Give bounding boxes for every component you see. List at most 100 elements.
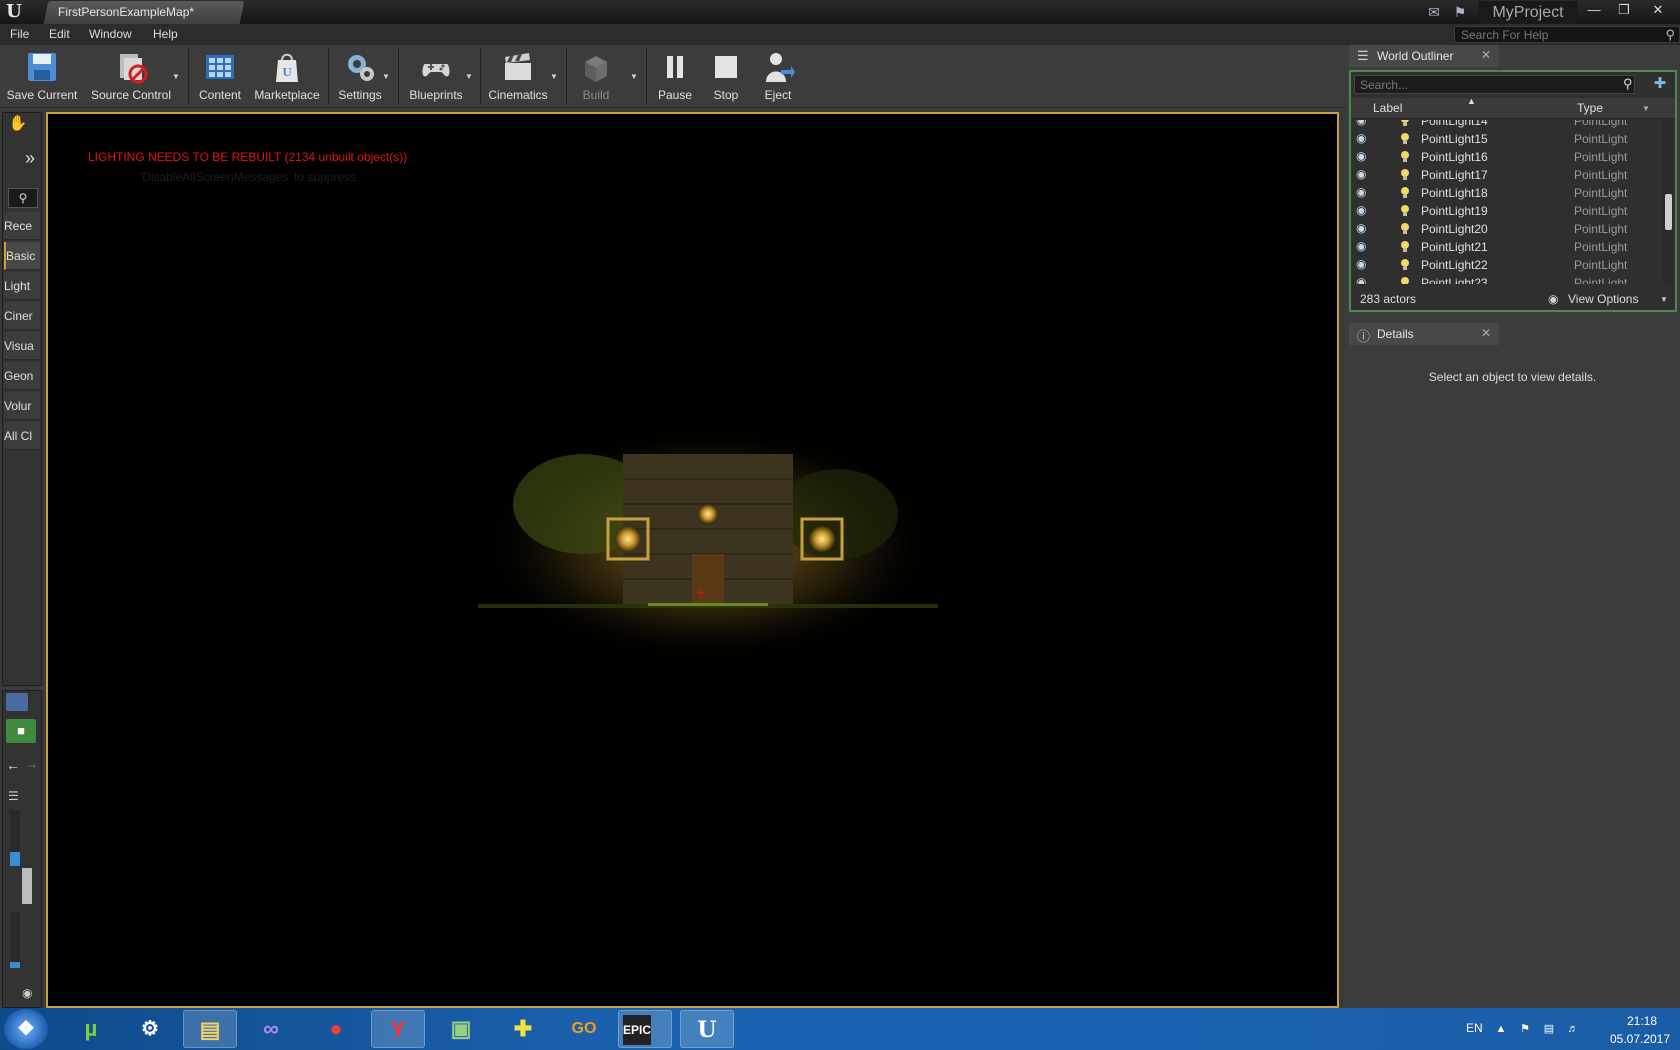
build-button[interactable]: Build bbox=[571, 47, 621, 105]
column-type-header[interactable]: Type bbox=[1577, 101, 1603, 115]
outliner-row[interactable]: ◉ PointLight17 PointLight bbox=[1351, 166, 1663, 184]
menu-help[interactable]: Help bbox=[153, 27, 178, 41]
content-button[interactable]: Content bbox=[194, 47, 246, 105]
mode-category-cinematic[interactable]: Ciner bbox=[4, 302, 40, 330]
taskbar-epic-games[interactable]: EPIC bbox=[618, 1010, 672, 1048]
mode-category-visual[interactable]: Visua bbox=[4, 332, 40, 360]
mode-category-recent[interactable]: Rece bbox=[4, 212, 40, 240]
close-button[interactable]: ✕ bbox=[1648, 2, 1668, 18]
back-arrow-icon[interactable]: ← bbox=[6, 757, 22, 773]
taskbar-yandex-browser[interactable]: Y bbox=[371, 1010, 425, 1048]
visibility-eye-icon[interactable]: ◉ bbox=[1356, 168, 1370, 180]
mode-category-basic[interactable]: Basic bbox=[4, 242, 40, 270]
splitter-handle[interactable] bbox=[22, 868, 32, 904]
view-eye-icon[interactable]: ◉ bbox=[22, 986, 38, 1000]
close-icon[interactable]: ✕ bbox=[1481, 48, 1491, 62]
visibility-eye-icon[interactable]: ◉ bbox=[1356, 204, 1370, 216]
outliner-row[interactable]: ◉ PointLight18 PointLight bbox=[1351, 184, 1663, 202]
outliner-row[interactable]: ◉ PointLight20 PointLight bbox=[1351, 220, 1663, 238]
source-control-button[interactable]: Source Control bbox=[88, 47, 174, 105]
mode-category-geometry[interactable]: Geon bbox=[4, 362, 40, 390]
world-outliner-tab[interactable]: ☰ World Outliner ✕ bbox=[1349, 45, 1499, 67]
place-mode-hand-icon[interactable]: ✋ bbox=[6, 114, 30, 134]
taskbar-file-explorer[interactable]: ▤ bbox=[183, 1010, 237, 1048]
eject-button[interactable]: Eject bbox=[754, 47, 802, 105]
build-dropdown-icon[interactable]: ▼ bbox=[629, 72, 639, 81]
visibility-eye-icon[interactable]: ◉ bbox=[1356, 132, 1370, 144]
outliner-search-input[interactable]: Search... bbox=[1354, 75, 1635, 94]
taskbar-unreal-editor[interactable]: U bbox=[680, 1010, 734, 1048]
ribbon-icon[interactable]: ⚑ bbox=[1452, 4, 1468, 20]
cinematics-button[interactable]: Cinematics bbox=[485, 47, 551, 105]
mode-category-volumes[interactable]: Volur bbox=[4, 392, 40, 420]
tray-expand-icon[interactable]: ▲ bbox=[1494, 1022, 1508, 1036]
taskbar-display-app[interactable]: ▣ bbox=[434, 1010, 488, 1048]
folder-scrollbar[interactable] bbox=[10, 810, 20, 866]
outliner-row[interactable]: ◉ PointLight15 PointLight bbox=[1351, 130, 1663, 148]
taskbar-visual-studio[interactable]: ∞ bbox=[244, 1010, 298, 1048]
visibility-eye-icon[interactable]: ◉ bbox=[1356, 240, 1370, 252]
taskbar-plus-app[interactable]: ✚ bbox=[496, 1010, 550, 1048]
minimize-button[interactable]: — bbox=[1584, 2, 1604, 18]
blueprints-button[interactable]: Blueprints bbox=[404, 47, 468, 105]
visibility-eye-icon[interactable]: ◉ bbox=[1356, 222, 1370, 234]
save-current-button[interactable]: Save Current bbox=[6, 47, 78, 105]
add-actor-icon[interactable]: ✚ bbox=[1650, 74, 1670, 94]
pause-button[interactable]: Pause bbox=[652, 47, 698, 105]
source-control-dropdown-icon[interactable]: ▼ bbox=[171, 72, 181, 81]
blueprints-dropdown-icon[interactable]: ▼ bbox=[464, 72, 474, 81]
toolbar-separator bbox=[480, 48, 481, 105]
column-label-header[interactable]: Label bbox=[1373, 101, 1402, 115]
modes-search-button[interactable]: ⚲ bbox=[8, 188, 38, 208]
outliner-row[interactable]: ◉ PointLight19 PointLight bbox=[1351, 202, 1663, 220]
keyboard-language[interactable]: EN bbox=[1466, 1021, 1483, 1035]
view-options-dropdown-icon[interactable]: ▼ bbox=[1660, 295, 1668, 304]
column-dropdown-icon[interactable]: ▼ bbox=[1642, 104, 1650, 113]
taskbar-utorrent[interactable]: µ bbox=[64, 1010, 118, 1048]
menu-window[interactable]: Window bbox=[89, 27, 132, 41]
outliner-scroll-thumb[interactable] bbox=[1665, 194, 1672, 230]
outliner-row[interactable]: ◉ PointLight14 PointLight bbox=[1351, 120, 1663, 130]
details-tab[interactable]: ⓘ Details ✕ bbox=[1349, 323, 1499, 345]
outliner-row[interactable]: ◉ PointLight16 PointLight bbox=[1351, 148, 1663, 166]
outliner-row[interactable]: ◉ PointLight22 PointLight bbox=[1351, 256, 1663, 274]
cinematics-dropdown-icon[interactable]: ▼ bbox=[549, 72, 559, 81]
action-center-flag-icon[interactable]: ⚑ bbox=[1518, 1022, 1532, 1036]
unreal-logo-icon[interactable]: U bbox=[4, 2, 24, 22]
taskbar-csgo[interactable]: GO bbox=[557, 1010, 611, 1048]
visibility-eye-icon[interactable]: ◉ bbox=[1356, 258, 1370, 270]
mode-category-lights[interactable]: Light bbox=[4, 272, 40, 300]
clock-time[interactable]: 21:18 bbox=[1612, 1014, 1672, 1028]
menu-edit[interactable]: Edit bbox=[49, 27, 70, 41]
forward-arrow-icon[interactable]: → bbox=[26, 757, 40, 773]
close-icon[interactable]: ✕ bbox=[1481, 326, 1491, 340]
taskbar-steam[interactable]: ⚙ bbox=[123, 1010, 177, 1048]
level-viewport[interactable]: LIGHTING NEEDS TO BE REBUILT (2134 unbui… bbox=[46, 112, 1339, 1008]
asset-scrollbar[interactable] bbox=[10, 912, 20, 968]
marketplace-button[interactable]: U Marketplace bbox=[252, 47, 322, 105]
visibility-eye-icon[interactable]: ◉ bbox=[1356, 120, 1370, 126]
view-options-button[interactable]: View Options bbox=[1568, 292, 1638, 306]
taskbar-red-app[interactable]: ● bbox=[309, 1010, 363, 1048]
outliner-row[interactable]: ◉ PointLight23 PointLight bbox=[1351, 274, 1663, 284]
tree-toggle-icon[interactable]: ☰ bbox=[8, 789, 26, 803]
add-new-icon[interactable]: ■ bbox=[6, 719, 36, 743]
network-icon[interactable]: ▤ bbox=[1542, 1022, 1556, 1036]
settings-dropdown-icon[interactable]: ▼ bbox=[381, 72, 391, 81]
visibility-eye-icon[interactable]: ◉ bbox=[1356, 150, 1370, 162]
menu-file[interactable]: File bbox=[10, 27, 29, 41]
help-search-input[interactable]: Search For Help ⚲ bbox=[1454, 26, 1680, 43]
settings-button[interactable]: Settings bbox=[333, 47, 387, 105]
expand-chevrons-icon[interactable]: » bbox=[18, 148, 42, 170]
stop-button[interactable]: Stop bbox=[704, 47, 748, 105]
visibility-eye-icon[interactable]: ◉ bbox=[1356, 186, 1370, 198]
start-button[interactable]: ❖ bbox=[4, 1009, 48, 1049]
outliner-row[interactable]: ◉ PointLight21 PointLight bbox=[1351, 238, 1663, 256]
volume-icon[interactable]: ♬ bbox=[1566, 1022, 1580, 1036]
clock-date[interactable]: 05.07.2017 bbox=[1600, 1032, 1680, 1046]
mode-category-all-classes[interactable]: All Cl bbox=[4, 422, 40, 450]
chat-bubble-icon[interactable]: ✉ bbox=[1426, 4, 1442, 20]
restore-button[interactable]: ❐ bbox=[1614, 2, 1634, 18]
content-browser-icon[interactable] bbox=[6, 693, 28, 711]
visibility-eye-icon[interactable]: ◉ bbox=[1356, 276, 1370, 284]
